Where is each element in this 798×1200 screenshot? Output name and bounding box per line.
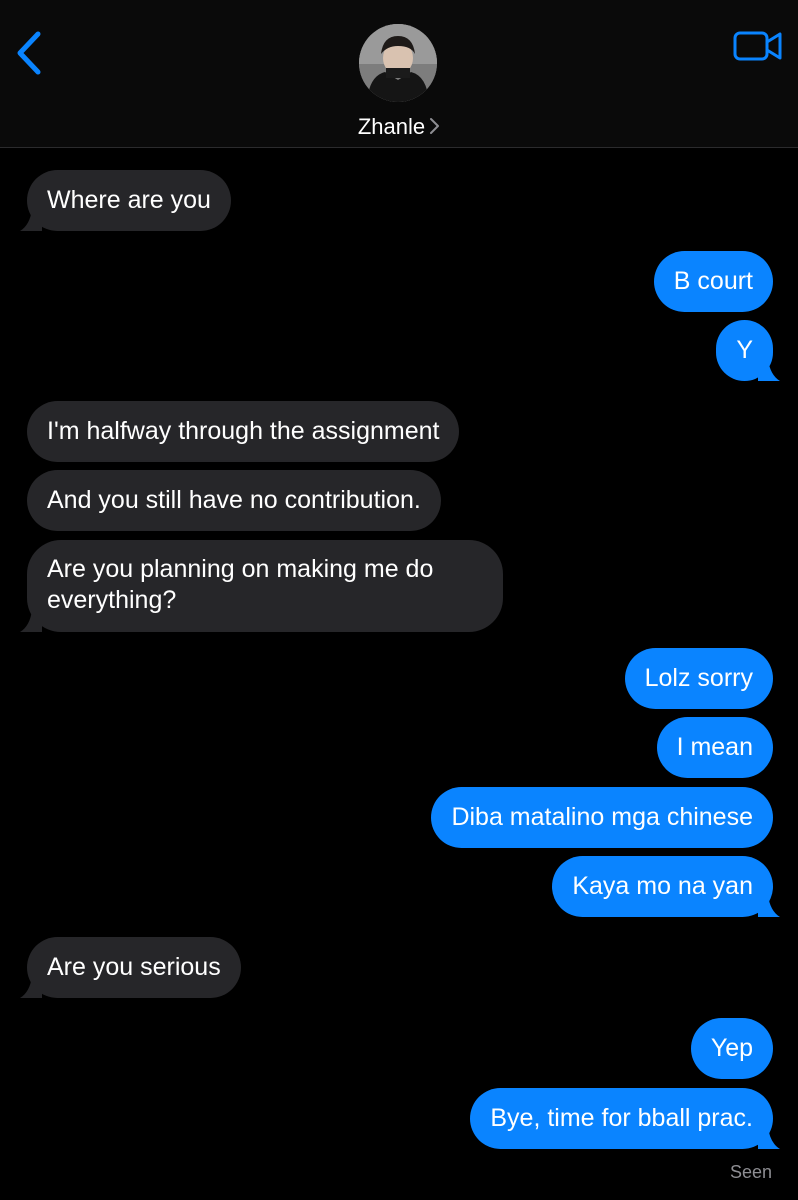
conversation-header: Zhanle [0,0,798,148]
contact-name-link[interactable]: Zhanle [0,112,798,144]
message-bubble-outgoing[interactable]: B court [653,251,773,312]
bubble-tail [758,359,780,381]
contact-avatar[interactable] [359,24,437,102]
message-bubble-outgoing[interactable]: I mean [656,717,773,778]
bubble-tail [758,1127,780,1149]
message-bubble-outgoing[interactable]: Y [716,320,780,381]
bubble-tail [20,610,42,632]
message-text: I mean [676,733,753,761]
message-text: Yep [710,1034,753,1062]
message-text: Are you serious [47,953,221,981]
chevron-right-icon [428,114,440,144]
message-bubble-incoming[interactable]: Are you serious [20,937,241,998]
message-bubble-outgoing[interactable]: Lolz sorry [624,648,773,709]
message-bubble-incoming[interactable]: I'm halfway through the assignment [27,401,460,462]
message-text: Kaya mo na yan [572,872,753,900]
back-button[interactable] [10,26,54,80]
message-text: Y [736,336,753,364]
contact-name: Zhanle [357,114,426,139]
facetime-video-button[interactable] [730,26,786,66]
message-thread[interactable]: Where are you B court Y I'm halfway thro… [0,148,798,1200]
message-text: And you still have no contribution. [47,486,421,514]
message-text: I'm halfway through the assignment [47,417,440,445]
message-bubble-incoming[interactable]: And you still have no contribution. [27,470,441,531]
message-text: Bye, time for bball prac. [490,1104,753,1132]
message-bubble-outgoing[interactable]: Diba matalino mga chinese [431,787,773,848]
read-receipt: Seen [729,1162,772,1182]
message-text: Where are you [47,186,211,214]
bubble-tail [20,976,42,998]
bubble-tail [20,209,42,231]
message-bubble-outgoing[interactable]: Bye, time for bball prac. [470,1088,780,1149]
bubble-tail [758,895,780,917]
message-bubble-outgoing[interactable]: Yep [690,1018,773,1079]
message-text: Are you planning on making me do everyth… [47,555,434,614]
message-bubble-outgoing[interactable]: Kaya mo na yan [552,856,780,917]
chevron-left-icon [17,31,41,75]
message-text: Diba matalino mga chinese [451,803,753,831]
message-bubble-incoming[interactable]: Where are you [20,170,231,231]
message-text: B court [673,267,753,295]
message-bubble-incoming[interactable]: Are you planning on making me do everyth… [20,540,503,632]
video-camera-icon [733,31,782,61]
message-text: Lolz sorry [644,664,753,692]
